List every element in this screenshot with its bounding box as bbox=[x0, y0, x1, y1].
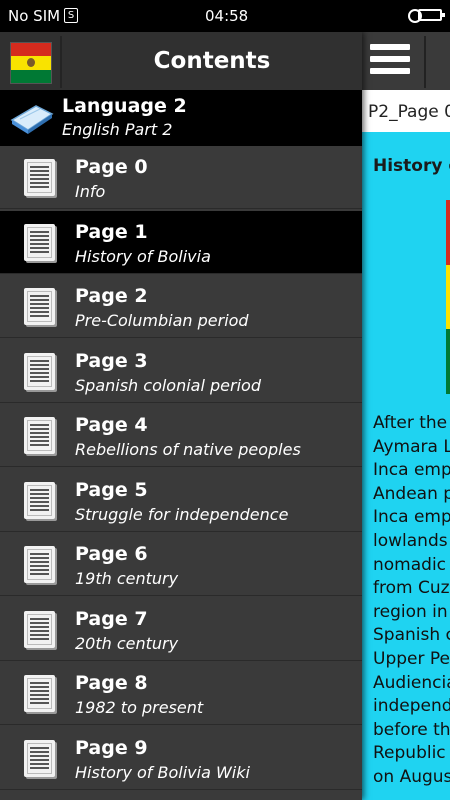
drawer-item-page-9[interactable]: Page 9 History of Bolivia Wiki bbox=[0, 726, 362, 790]
item-subtitle: 1982 to present bbox=[75, 698, 204, 717]
item-title: Page 9 bbox=[75, 736, 148, 759]
document-icon bbox=[24, 288, 55, 325]
content-line: Spanish c bbox=[373, 625, 450, 646]
item-subtitle: Spanish colonial period bbox=[75, 375, 261, 395]
item-title: Page 4 bbox=[75, 414, 148, 436]
item-title: Page 5 bbox=[75, 478, 148, 501]
content-heading: History o bbox=[373, 156, 450, 176]
item-title: Page 1 bbox=[75, 220, 148, 243]
content-line: Upper Pe bbox=[373, 648, 450, 669]
navigation-drawer: Contents Language 2 English Part 2 Page … bbox=[0, 32, 362, 800]
drawer-item-page-6[interactable]: Page 6 19th century bbox=[0, 533, 362, 596]
item-title: Page 0 bbox=[75, 156, 148, 178]
item-subtitle: Struggle for independence bbox=[75, 504, 289, 524]
clock: 04:58 bbox=[205, 7, 249, 25]
content-line: before th bbox=[373, 719, 450, 740]
toolbar-divider bbox=[424, 36, 426, 88]
page-label: P2_Page 0 bbox=[368, 102, 450, 122]
item-subtitle: History of Bolivia bbox=[75, 246, 211, 266]
page-label-bar: P2_Page 0 bbox=[362, 90, 450, 132]
content-line: lowlands bbox=[373, 530, 448, 551]
content-line: independ bbox=[373, 696, 450, 717]
content-line: Aymara L bbox=[373, 436, 450, 457]
drawer-item-page-0[interactable]: Page 0 Info bbox=[0, 146, 362, 209]
item-title: Page 2 bbox=[75, 285, 148, 307]
item-subtitle: History of Bolivia Wiki bbox=[75, 762, 250, 782]
item-subtitle: 19th century bbox=[75, 569, 179, 588]
drawer-item-page-8[interactable]: Page 8 1982 to present bbox=[0, 662, 362, 725]
item-title: Page 3 bbox=[75, 349, 148, 372]
document-icon bbox=[24, 223, 55, 261]
content-toolbar bbox=[362, 32, 450, 90]
item-subtitle: Rebellions of native peoples bbox=[75, 440, 301, 459]
content-line: nomadic bbox=[373, 554, 447, 575]
drawer-item-page-2[interactable]: Page 2 Pre-Columbian period bbox=[0, 275, 362, 338]
content-panel: P2_Page 0 History o After the Aymara L Inc… bbox=[362, 32, 450, 800]
document-icon bbox=[24, 352, 55, 390]
item-subtitle: 20th century bbox=[75, 633, 179, 653]
item-title: Page 6 bbox=[75, 543, 148, 565]
content-line: from Cuz bbox=[373, 578, 450, 599]
content-line: After the bbox=[373, 413, 448, 433]
bolivia-flag-icon[interactable] bbox=[10, 42, 52, 84]
content-line: region in bbox=[373, 601, 448, 622]
section-subtitle: English Part 2 bbox=[62, 120, 173, 139]
content-body-text: After the Aymara L Inca emp Andean p Inca em… bbox=[373, 412, 450, 790]
content-line: Republic bbox=[373, 743, 446, 764]
document-icon bbox=[24, 610, 55, 648]
drawer-item-page-3[interactable]: Page 3 Spanish colonial period bbox=[0, 339, 362, 403]
content-line: Andean p bbox=[373, 483, 450, 504]
battery-icon bbox=[418, 9, 445, 21]
document-icon bbox=[24, 417, 55, 454]
drawer-item-page-7[interactable]: Page 7 20th century bbox=[0, 597, 362, 661]
content-line: on Augus bbox=[373, 766, 450, 787]
drawer-title: Contents bbox=[153, 48, 271, 74]
section-name: Language 2 bbox=[62, 95, 187, 117]
drawer-item-page-1[interactable]: Page 1 History of Bolivia bbox=[0, 210, 362, 274]
document-icon bbox=[24, 675, 55, 712]
bolivia-flag-image bbox=[446, 200, 450, 394]
document-icon bbox=[24, 546, 55, 583]
status-bar: No SIM S 04:58 bbox=[0, 0, 450, 32]
item-subtitle: Info bbox=[75, 182, 106, 201]
document-icon bbox=[24, 739, 55, 777]
drawer-header: Contents bbox=[0, 32, 362, 90]
document-icon bbox=[24, 481, 55, 519]
drawer-item-page-5[interactable]: Page 5 Struggle for independence bbox=[0, 468, 362, 532]
content-line: Inca emp bbox=[373, 507, 450, 528]
item-subtitle: Pre-Columbian period bbox=[75, 311, 249, 330]
drawer-item-page-4[interactable]: Page 4 Rebellions of native peoples bbox=[0, 404, 362, 467]
item-title: Page 7 bbox=[75, 607, 148, 630]
content-line: Inca emp bbox=[373, 460, 450, 481]
content-line: Audiencia bbox=[373, 672, 450, 693]
section-language-2[interactable]: Language 2 English Part 2 bbox=[0, 90, 362, 146]
menu-icon[interactable] bbox=[370, 44, 410, 80]
item-title: Page 8 bbox=[75, 672, 148, 694]
book-icon bbox=[10, 105, 54, 134]
sim-card-icon: S bbox=[64, 8, 78, 23]
document-icon bbox=[24, 159, 55, 196]
carrier-label: No SIM bbox=[8, 7, 61, 25]
